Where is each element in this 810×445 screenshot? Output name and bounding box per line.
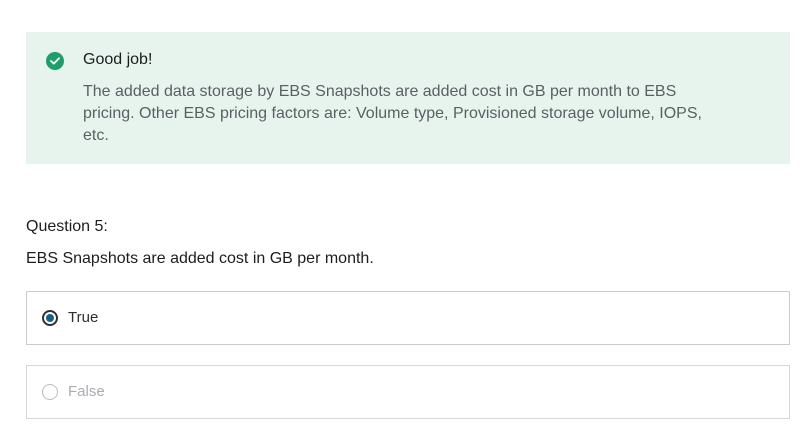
answer-option-label: False [68, 383, 105, 400]
feedback-title: Good job! [83, 51, 153, 68]
answer-option-false[interactable]: False [26, 365, 790, 419]
question-number: Question 5: [26, 218, 108, 235]
feedback-description: The added data storage by EBS Snapshots … [83, 83, 702, 144]
feedback-banner: Good job! The added data storage by EBS … [26, 32, 790, 164]
radio-unselected-icon[interactable] [42, 384, 58, 400]
radio-selected-icon[interactable] [42, 310, 58, 326]
answer-option-true[interactable]: True [26, 291, 790, 345]
question-text: EBS Snapshots are added cost in GB per m… [26, 250, 374, 267]
answer-option-label: True [68, 309, 99, 326]
check-circle-icon [46, 52, 64, 70]
